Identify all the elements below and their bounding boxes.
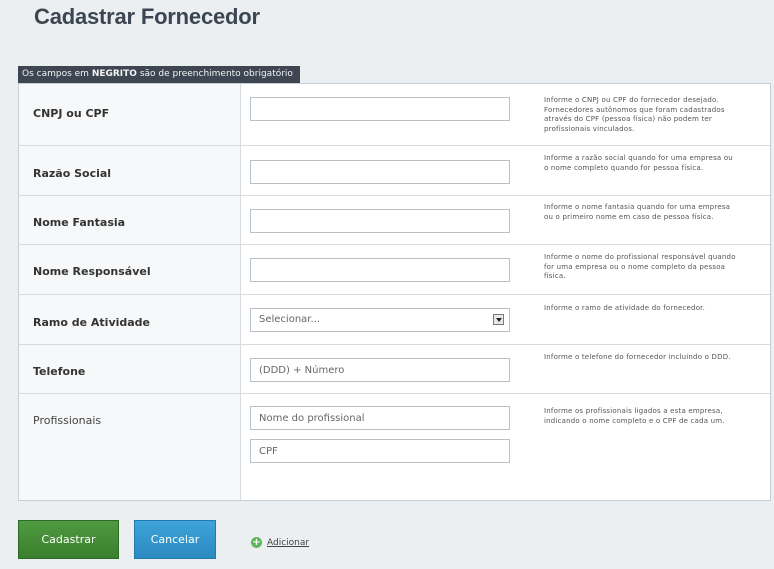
nome-fantasia-label: Nome Fantasia [33, 216, 126, 229]
profissionais-hint: Informe os profissionais ligados a esta … [544, 407, 725, 425]
nome-responsavel-input[interactable] [250, 258, 510, 282]
notice-prefix: Os campos em [22, 69, 92, 79]
row-ramo-atividade: Ramo de Atividade Selecionar... Informe … [19, 295, 770, 345]
ramo-atividade-hint: Informe o ramo de atividade do fornecedo… [544, 304, 706, 312]
notice-suffix: são de preenchimento obrigatório [136, 69, 293, 79]
cnpj-label: CNPJ ou CPF [33, 107, 110, 120]
page-title: Cadastrar Fornecedor [34, 4, 260, 29]
chevron-down-icon[interactable] [493, 314, 504, 325]
row-razao-social: Razão Social Informe a razão social quan… [19, 146, 770, 196]
razao-social-input[interactable] [250, 160, 510, 184]
label-cell: Profissionais [19, 394, 241, 500]
row-nome-fantasia: Nome Fantasia Informe o nome fantasia qu… [19, 196, 770, 245]
label-cell: Razão Social [19, 146, 241, 195]
nome-responsavel-hint: Informe o nome do profissional responsáv… [544, 253, 736, 280]
label-cell: Nome Responsável [19, 245, 241, 294]
profissional-cpf-input[interactable] [250, 439, 510, 463]
razao-social-label: Razão Social [33, 167, 112, 180]
telefone-label: Telefone [33, 365, 86, 378]
row-cnpj: CNPJ ou CPF Informe o CNPJ ou CPF do for… [19, 84, 770, 146]
notice-bold: NEGRITO [91, 69, 137, 79]
label-cell: Ramo de Atividade [19, 295, 241, 344]
razao-social-hint: Informe a razão social quando for uma em… [544, 154, 733, 172]
supplier-form: CNPJ ou CPF Informe o CNPJ ou CPF do for… [18, 83, 771, 548]
telefone-hint: Informe o telefone do fornecedor incluin… [544, 353, 731, 361]
plus-circle-icon: + [251, 537, 262, 548]
profissionais-label: Profissionais [33, 414, 102, 427]
nome-fantasia-input[interactable] [250, 209, 510, 233]
submit-button[interactable]: Cadastrar [18, 520, 119, 559]
row-profissionais: Profissionais + Adicionar Informe os pro… [19, 394, 770, 548]
row-nome-responsavel: Nome Responsável Informe o nome do profi… [19, 245, 770, 295]
required-fields-notice: Os campos em NEGRITO são de preenchiment… [18, 66, 300, 83]
ramo-atividade-select[interactable]: Selecionar... [250, 308, 510, 332]
cancel-button[interactable]: Cancelar [134, 520, 216, 559]
label-cell: CNPJ ou CPF [19, 84, 241, 145]
profissional-nome-input[interactable] [250, 406, 510, 430]
nome-responsavel-label: Nome Responsável [33, 265, 151, 278]
label-cell: Nome Fantasia [19, 196, 241, 244]
cnpj-hint: Informe o CNPJ ou CPF do fornecedor dese… [544, 96, 725, 133]
label-cell: Telefone [19, 345, 241, 393]
ramo-atividade-selected-value: Selecionar... [259, 314, 321, 325]
row-telefone: Telefone Informe o telefone do fornecedo… [19, 345, 770, 394]
ramo-atividade-label: Ramo de Atividade [33, 316, 151, 329]
nome-fantasia-hint: Informe o nome fantasia quando for uma e… [544, 203, 731, 221]
telefone-input[interactable] [250, 358, 510, 382]
add-professional-label: Adicionar [267, 537, 310, 548]
cnpj-input[interactable] [250, 97, 510, 121]
add-professional-link[interactable]: + Adicionar [251, 537, 309, 548]
